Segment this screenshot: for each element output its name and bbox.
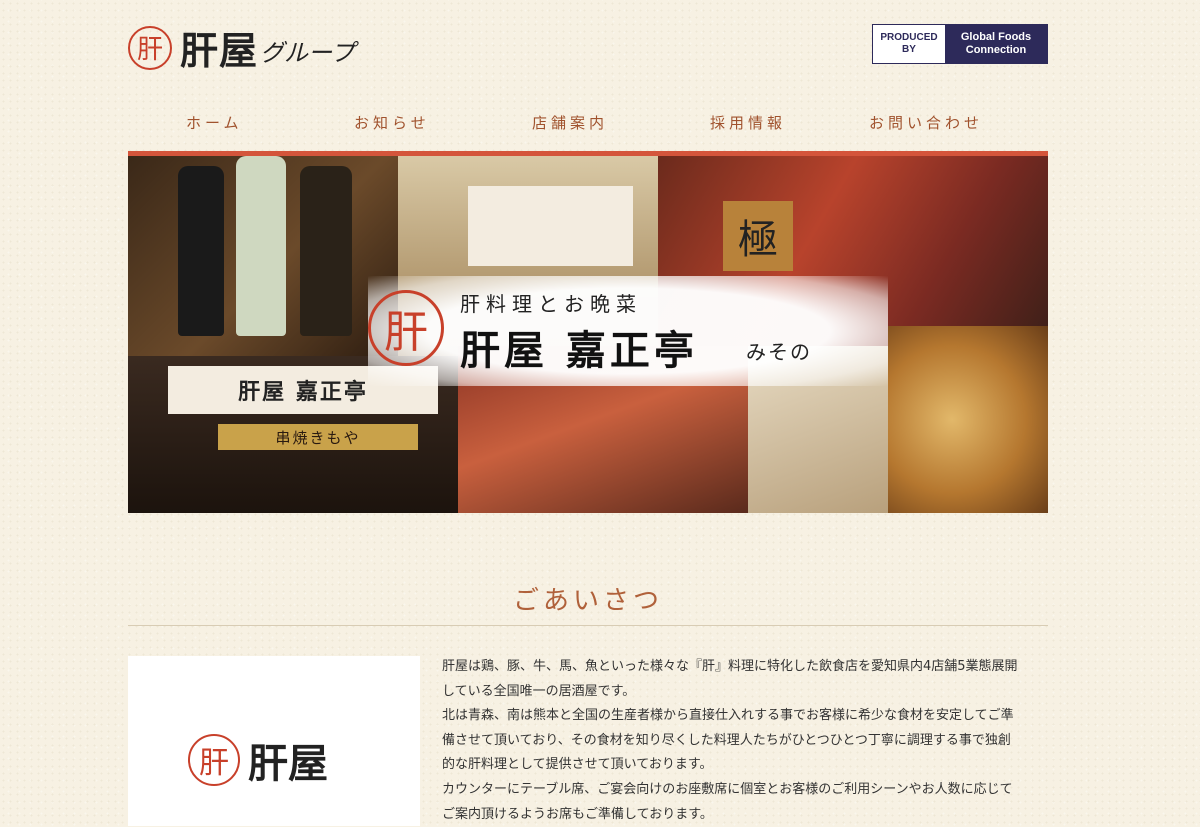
section-divider <box>128 625 1048 626</box>
banner-tagline: 肝料理とお晩菜 <box>460 292 642 316</box>
site-logo[interactable]: 肝 肝屋 グループ <box>128 20 355 75</box>
nav-home[interactable]: ホーム <box>186 112 243 133</box>
croquette-image <box>888 326 1048 513</box>
greeting-logo-text: 肝屋 <box>248 740 328 787</box>
greeting-line: 肝屋は鶏、豚、牛、馬、魚といった様々な『肝』料理に特化した飲食店を愛知県内4店舗… <box>442 659 1018 674</box>
restaurant-banner: 肝 肝料理とお晩菜 肝屋 嘉正亭 みその <box>368 276 888 386</box>
sake-bottles-image <box>128 156 398 356</box>
greeting-logo-mark: 肝 <box>188 734 240 786</box>
main-nav: ホーム お知らせ 店舗案内 採用情報 お問い合わせ <box>128 112 1048 144</box>
nav-news[interactable]: お知らせ <box>354 112 430 133</box>
produced-by-label: PRODUCED BY <box>873 25 945 63</box>
banner-mark: 肝 <box>368 290 444 366</box>
storefront-lantern-sign: 串焼きもや <box>218 424 418 450</box>
greeting-line: 備させて頂いており、その食材を知り尽くした料理人たちがひとつひとつ丁寧に調理する… <box>442 732 1011 748</box>
logo-subtitle: グループ <box>260 39 355 67</box>
banner-restaurant-name: 肝屋 嘉正亭 <box>460 327 698 374</box>
company-name: Global Foods Connection <box>945 25 1047 63</box>
greeting-line: している全国唯一の居酒屋です。 <box>442 683 636 699</box>
greeting-line: 北は青森、南は熊本と全国の生産者様から直接仕入れする事でお客様に希少な食材を安定… <box>442 708 1014 724</box>
greeting-line: カウンターにテーブル席、ご宴会向けのお座敷席に個室とお客様のご利用シーンやお人数… <box>442 781 1013 797</box>
hero-banner: 極 肝屋 嘉正亭 串焼きもや 肝 肝料理とお晩菜 肝屋 嘉正亭 みその <box>128 156 1048 513</box>
kiwami-sign: 極 <box>723 201 793 271</box>
nav-contact[interactable]: お問い合わせ <box>869 112 983 133</box>
produced-by-badge[interactable]: PRODUCED BY Global Foods Connection <box>872 24 1048 64</box>
company-name-line1: Global Foods <box>960 31 1032 43</box>
greeting-logo: 肝 肝屋 <box>188 731 328 789</box>
greeting-body: 肝屋は鶏、豚、牛、馬、魚といった様々な『肝』料理に特化した飲食店を愛知県内4店舗… <box>442 655 1052 827</box>
greeting-line: 的な肝料理として提供させて頂いております。 <box>442 757 713 773</box>
logo-mark: 肝 <box>128 25 172 70</box>
company-name-line2: Connection <box>965 44 1027 56</box>
greeting-logo-card: 肝 肝屋 <box>128 656 420 826</box>
nav-stores[interactable]: 店舗案内 <box>532 112 608 133</box>
logo-title: 肝屋 <box>180 28 259 73</box>
greeting-line: ご案内頂けるようお席もご準備しております。 <box>442 806 713 822</box>
nav-recruit[interactable]: 採用情報 <box>710 112 786 133</box>
section-title: ごあいさつ <box>512 586 663 616</box>
calligraphy-wall <box>468 186 633 266</box>
banner-branch-name: みその <box>746 340 812 364</box>
